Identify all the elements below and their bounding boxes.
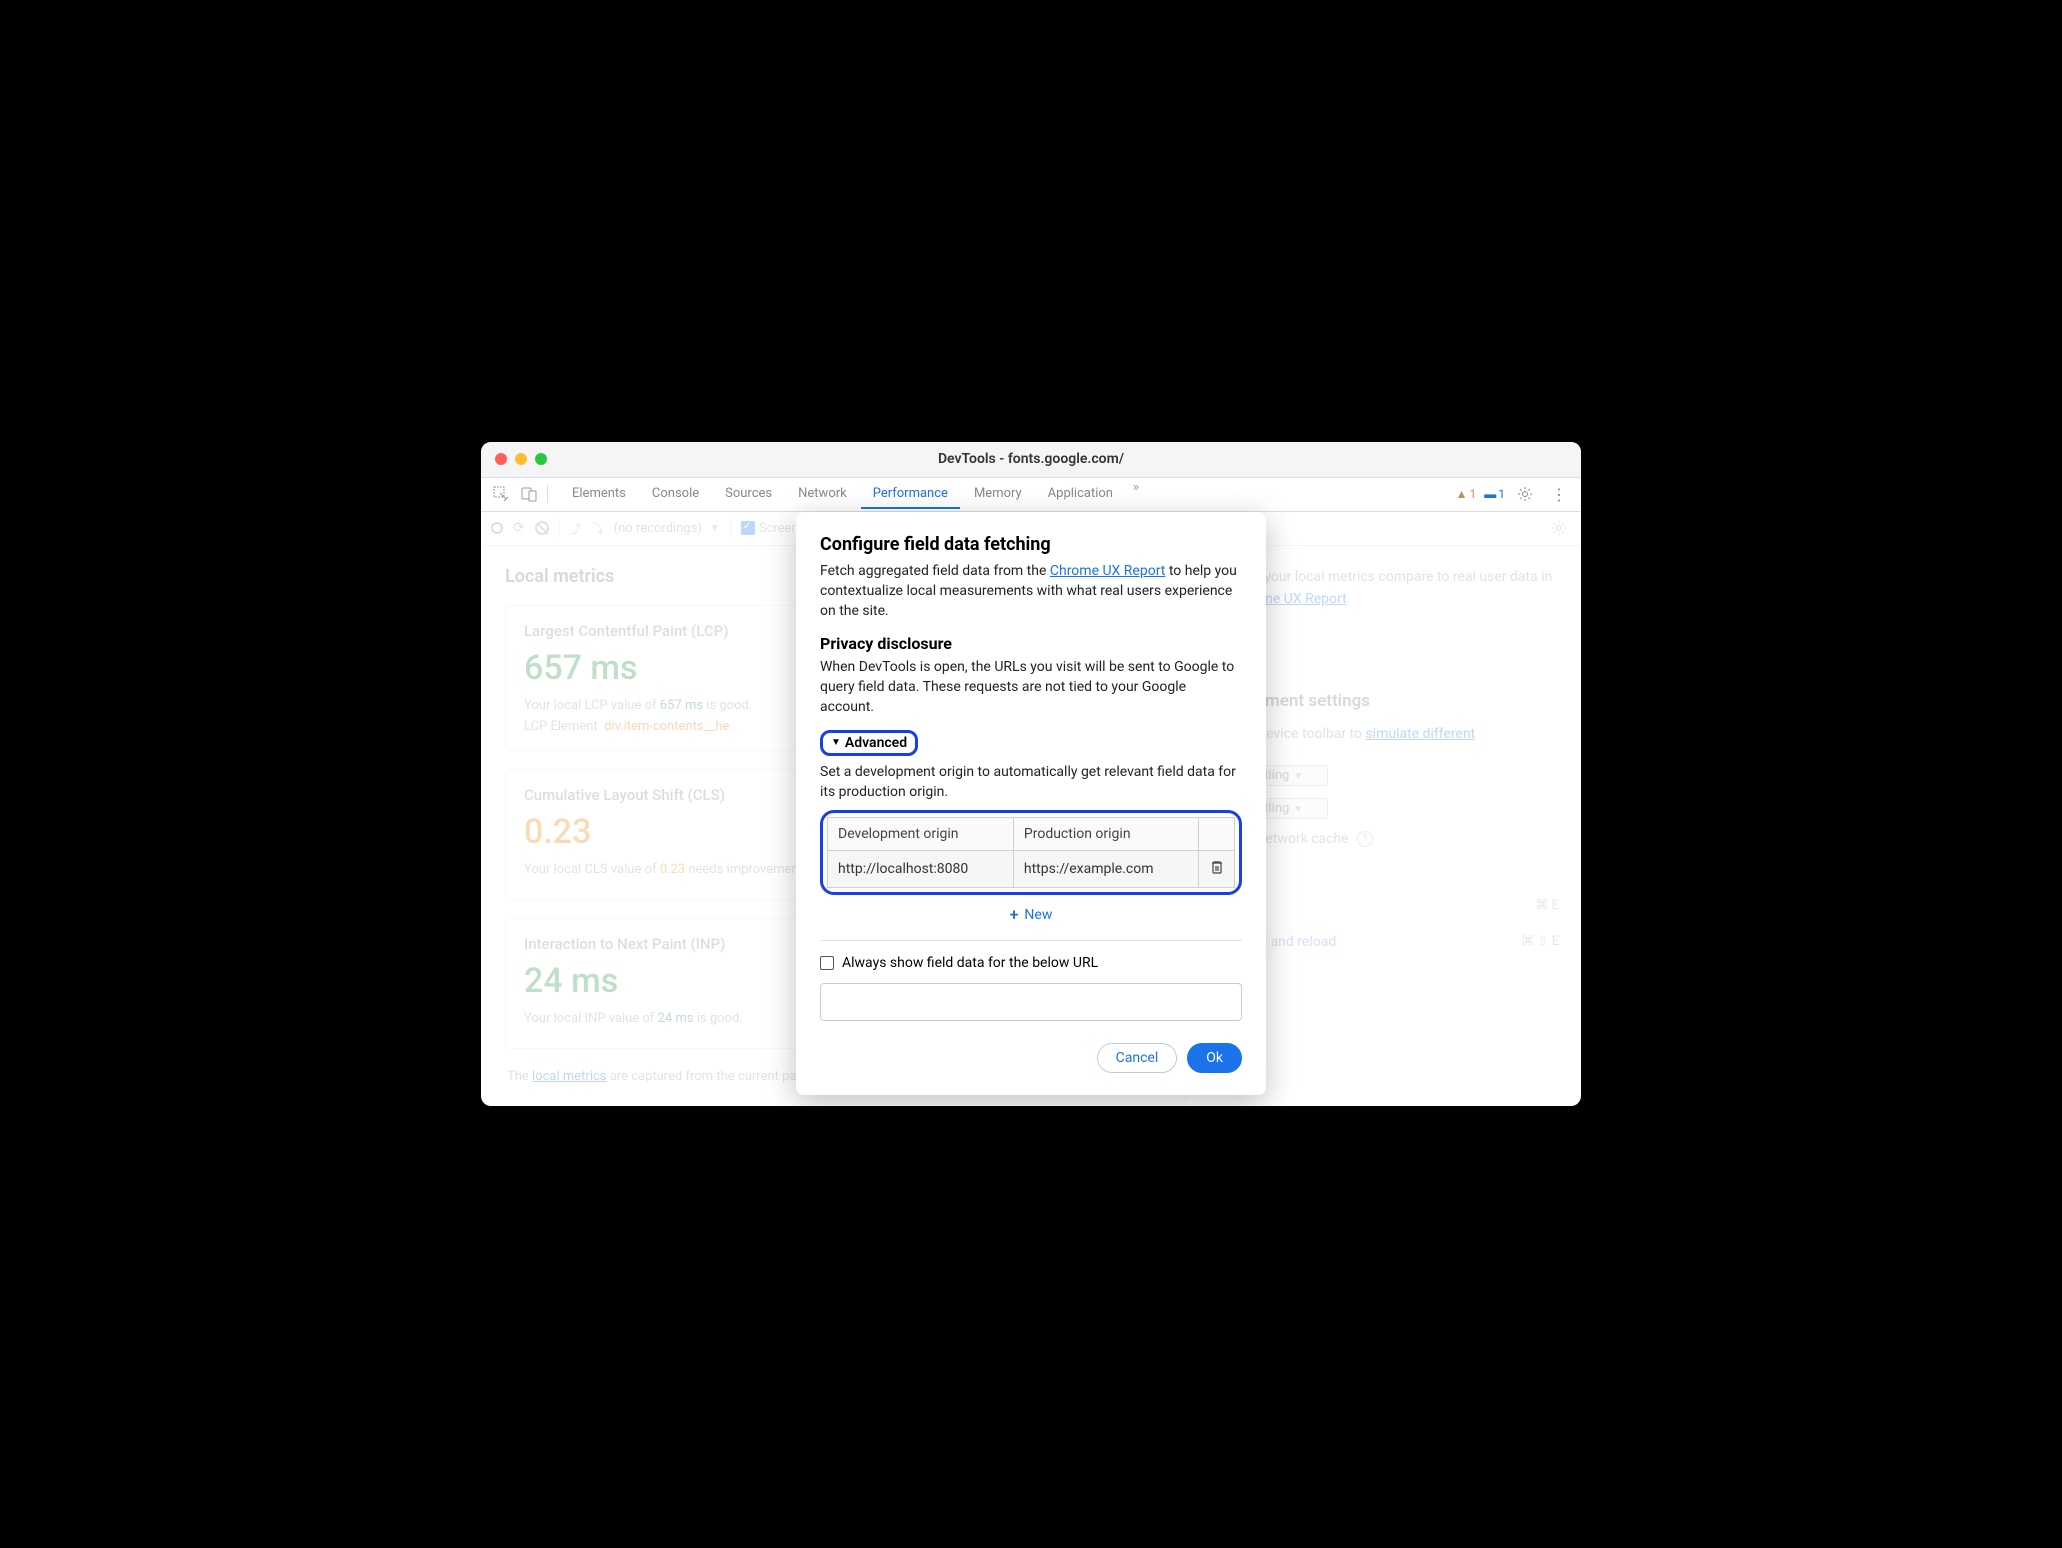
more-menu-icon[interactable]: ⋮: [1545, 485, 1573, 504]
close-icon[interactable]: [495, 453, 507, 465]
tab-sources[interactable]: Sources: [713, 480, 784, 509]
panel-tabs: Elements Console Sources Network Perform…: [560, 480, 1145, 509]
advanced-text: Set a development origin to automaticall…: [820, 762, 1242, 803]
crux-link[interactable]: Chrome UX Report: [1050, 563, 1165, 579]
record-reload-shortcut: ⌘ ⇧ E: [1521, 934, 1559, 949]
simulate-link[interactable]: simulate different: [1365, 726, 1475, 742]
record-icon[interactable]: [491, 522, 503, 534]
upload-icon[interactable]: ⤴: [570, 520, 582, 537]
clear-icon[interactable]: [535, 521, 549, 535]
tab-console[interactable]: Console: [640, 480, 711, 509]
maximize-icon[interactable]: [535, 453, 547, 465]
divider: [730, 519, 731, 537]
record-shortcut: ⌘ E: [1535, 898, 1559, 913]
main-toolbar: Elements Console Sources Network Perform…: [481, 478, 1581, 512]
device-toolbar-icon[interactable]: [517, 482, 541, 506]
warnings-badge[interactable]: ▲ 1: [1456, 487, 1477, 501]
divider: [559, 519, 560, 537]
reload-icon[interactable]: ⟳: [513, 520, 525, 536]
dialog-title: Configure field data fetching: [820, 534, 1242, 555]
table-row: http://localhost:8080 https://example.co…: [828, 851, 1235, 888]
messages-badge[interactable]: ▬ 1: [1484, 487, 1505, 501]
tab-network[interactable]: Network: [786, 480, 859, 509]
download-icon[interactable]: ⤵: [592, 520, 604, 537]
divider: [547, 485, 548, 503]
field-data-dialog: Configure field data fetching Fetch aggr…: [796, 512, 1266, 1095]
toolbar-right: ▲ 1 ▬ 1 ⋮: [1456, 482, 1573, 506]
url-override-input[interactable]: [820, 983, 1242, 1021]
prod-origin-header: Production origin: [1013, 818, 1198, 851]
traffic-lights: [481, 453, 547, 465]
prod-origin-cell[interactable]: https://example.com: [1013, 851, 1198, 888]
more-tabs-icon[interactable]: »: [1127, 480, 1145, 509]
checkbox-icon: [820, 956, 834, 970]
cancel-button[interactable]: Cancel: [1097, 1043, 1178, 1073]
privacy-text: When DevTools is open, the URLs you visi…: [820, 657, 1242, 718]
titlebar: DevTools - fonts.google.com/: [481, 442, 1581, 478]
warn-count: 1: [1470, 487, 1477, 501]
window-title: DevTools - fonts.google.com/: [938, 451, 1124, 467]
always-show-checkbox[interactable]: Always show field data for the below URL: [820, 955, 1242, 971]
ok-button[interactable]: Ok: [1187, 1043, 1242, 1073]
inspect-icon[interactable]: [489, 482, 513, 506]
recordings-dropdown[interactable]: (no recordings)▼: [614, 521, 720, 536]
tab-elements[interactable]: Elements: [560, 480, 638, 509]
tab-memory[interactable]: Memory: [962, 480, 1034, 509]
delete-header: [1199, 818, 1235, 851]
dialog-intro: Fetch aggregated field data from the Chr…: [820, 561, 1242, 622]
delete-row-button[interactable]: [1210, 863, 1224, 879]
divider: [820, 940, 1242, 941]
advanced-toggle[interactable]: Advanced: [820, 730, 918, 756]
dev-origin-header: Development origin: [828, 818, 1014, 851]
devtools-window: DevTools - fonts.google.com/ Elements Co…: [481, 442, 1581, 1107]
checkbox-icon: [741, 521, 755, 535]
dev-origin-cell[interactable]: http://localhost:8080: [828, 851, 1014, 888]
origin-mapping-table: Development origin Production origin htt…: [820, 810, 1242, 895]
panel-settings-icon[interactable]: [1547, 516, 1571, 540]
msg-count: 1: [1498, 487, 1505, 501]
new-mapping-button[interactable]: New: [820, 895, 1242, 934]
tab-performance[interactable]: Performance: [861, 480, 960, 509]
dialog-buttons: Cancel Ok: [820, 1043, 1242, 1073]
minimize-icon[interactable]: [515, 453, 527, 465]
info-icon[interactable]: ?: [1357, 831, 1373, 847]
local-metrics-link[interactable]: local metrics: [532, 1069, 606, 1084]
privacy-title: Privacy disclosure: [820, 634, 1242, 653]
settings-icon[interactable]: [1513, 482, 1537, 506]
tab-application[interactable]: Application: [1036, 480, 1125, 509]
